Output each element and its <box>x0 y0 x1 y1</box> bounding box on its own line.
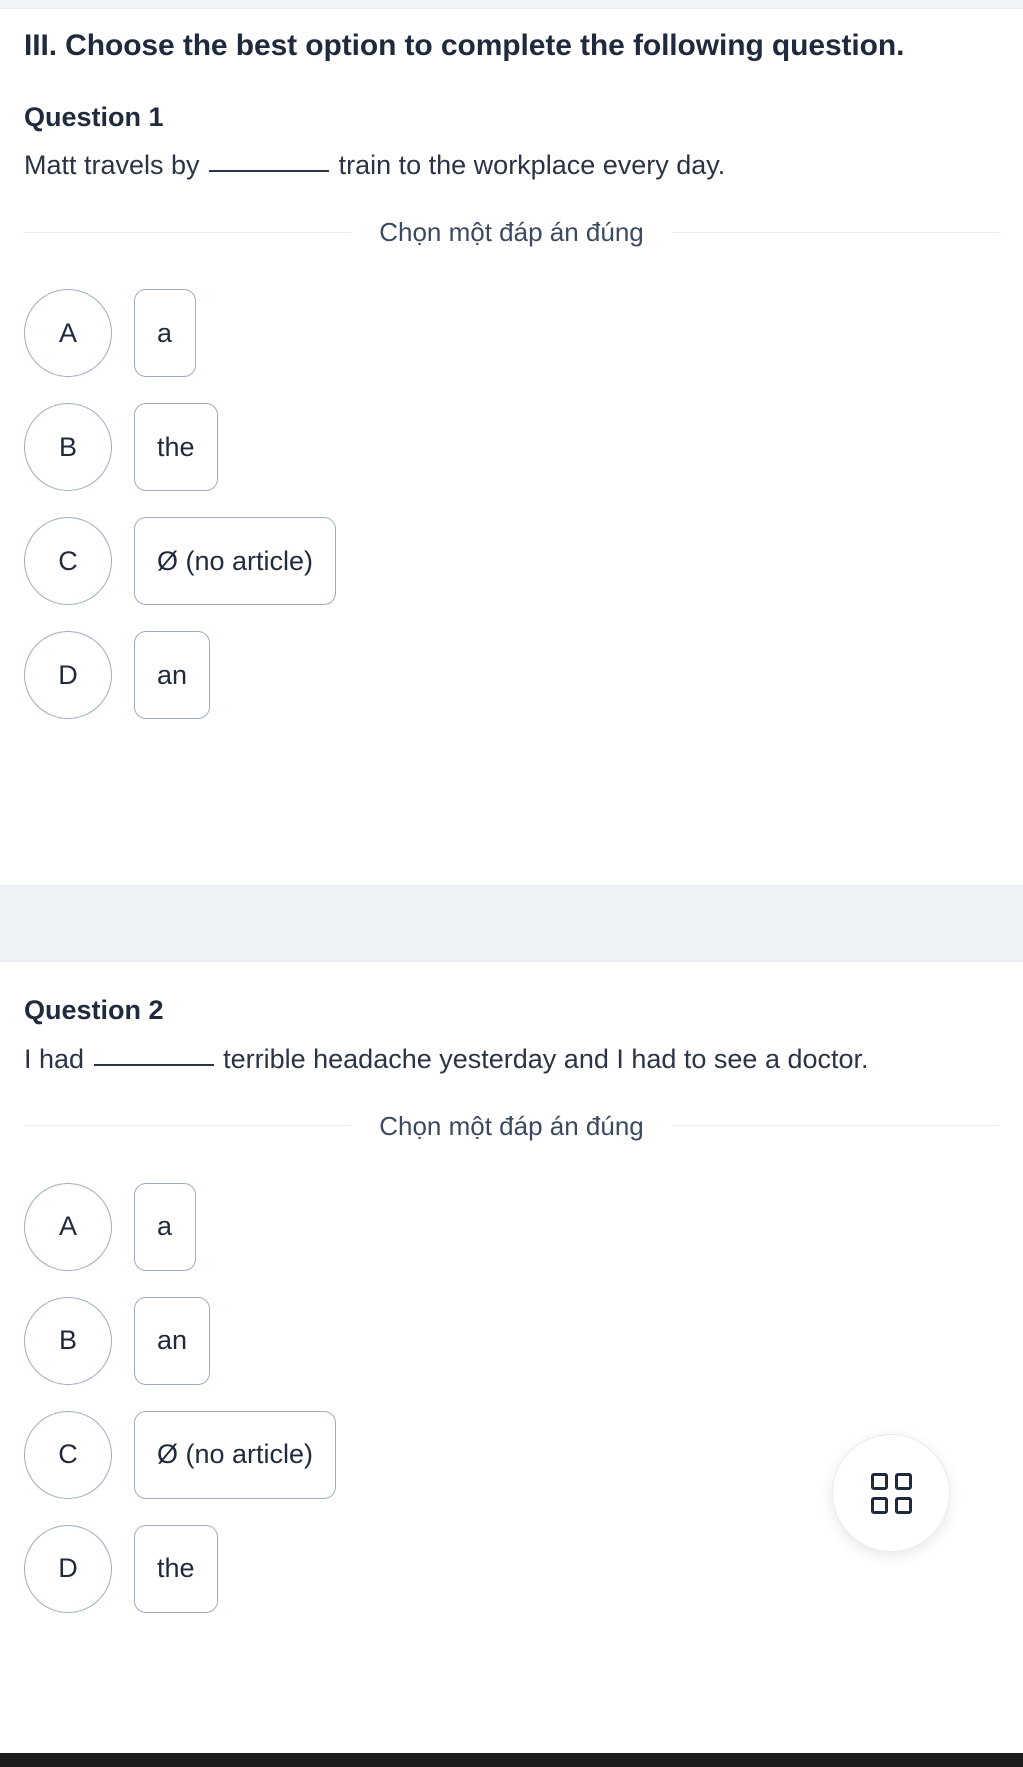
grid-icon-cell <box>870 1472 888 1490</box>
section-separator-band <box>0 885 1023 962</box>
divider-rule-right <box>671 231 1000 233</box>
option-badge-a[interactable]: A <box>24 289 112 378</box>
grid-icon <box>870 1472 912 1514</box>
option-badge-b[interactable]: B <box>24 1296 112 1385</box>
option-box-c[interactable]: Ø (no article) <box>134 1410 337 1499</box>
option-row[interactable]: B an <box>24 1296 999 1385</box>
question-2-options: A a B an C Ø (no article) D the <box>24 1182 999 1613</box>
grid-icon-cell <box>894 1496 912 1514</box>
question-2-text-before: I had <box>24 1043 85 1074</box>
option-badge-d[interactable]: D <box>24 631 112 720</box>
option-badge-b[interactable]: B <box>24 403 112 492</box>
option-box-a[interactable]: a <box>134 1182 196 1271</box>
question-1-blank <box>209 170 330 173</box>
question-1-text: Matt travels by train to the workplace e… <box>24 141 999 189</box>
system-navigation-bar <box>0 1753 1023 1767</box>
question-1-options: A a B the C Ø (no article) D an <box>24 289 999 720</box>
question-1-text-before: Matt travels by <box>24 150 200 181</box>
question-2-blank <box>93 1063 214 1066</box>
quiz-screen: III. Choose the best option to complete … <box>0 0 1023 1767</box>
option-box-d[interactable]: an <box>134 631 211 720</box>
option-row[interactable]: B the <box>24 403 999 492</box>
divider-rule-right <box>671 1125 1000 1127</box>
grid-icon-cell <box>870 1496 888 1514</box>
question-2-label: Question 2 <box>24 995 164 1025</box>
option-row[interactable]: A a <box>24 289 999 378</box>
option-box-b[interactable]: the <box>134 403 218 492</box>
top-edge-divider <box>0 0 1023 9</box>
question-1-text-after: train to the workplace every day. <box>338 150 726 181</box>
option-box-d[interactable]: the <box>134 1524 218 1613</box>
option-row[interactable]: A a <box>24 1182 999 1271</box>
question-2-text-after: terrible headache yesterday and I had to… <box>223 1043 869 1074</box>
option-box-a[interactable]: a <box>134 289 196 378</box>
divider-rule-left <box>24 231 352 233</box>
divider-rule-left <box>24 1125 352 1127</box>
option-row[interactable]: D an <box>24 631 999 720</box>
option-box-b[interactable]: an <box>134 1296 211 1385</box>
grid-icon-cell <box>894 1472 912 1490</box>
option-badge-c[interactable]: C <box>24 1410 112 1499</box>
option-badge-a[interactable]: A <box>24 1182 112 1271</box>
question-2-choose-divider: Chọn một đáp án đúng <box>24 1110 1000 1141</box>
choose-caption: Chọn một đáp án đúng <box>379 1110 644 1141</box>
question-2-text: I had terrible headache yesterday and I … <box>24 1035 999 1083</box>
option-row[interactable]: C Ø (no article) <box>24 517 999 606</box>
option-badge-d[interactable]: D <box>24 1524 112 1613</box>
option-badge-c[interactable]: C <box>24 517 112 606</box>
question-1-section: III. Choose the best option to complete … <box>0 9 1023 720</box>
part-heading: III. Choose the best option to complete … <box>24 29 905 62</box>
question-1-label: Question 1 <box>24 101 164 132</box>
question-1-choose-divider: Chọn một đáp án đúng <box>24 217 1000 248</box>
grid-menu-fab[interactable] <box>832 1434 950 1552</box>
option-box-c[interactable]: Ø (no article) <box>134 517 337 606</box>
choose-caption: Chọn một đáp án đúng <box>379 217 644 248</box>
